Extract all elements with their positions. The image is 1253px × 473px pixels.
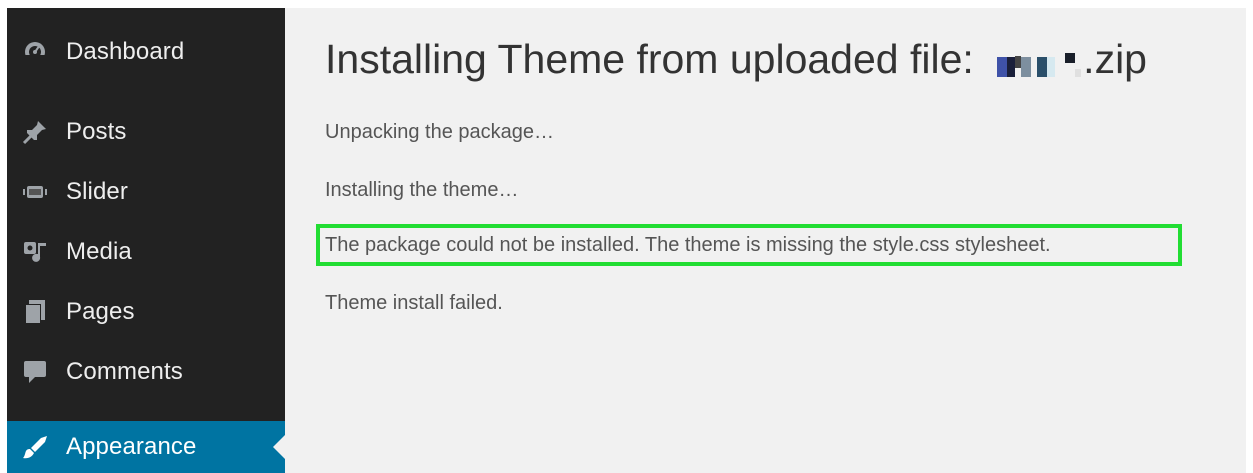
slider-icon <box>19 176 51 208</box>
status-message-failed: Theme install failed. <box>325 292 503 314</box>
pin-icon <box>19 116 51 148</box>
sidebar-item-appearance[interactable]: Appearance <box>7 421 285 473</box>
page-title: Installing Theme from uploaded file: .zi… <box>325 36 1147 83</box>
sidebar-item-label: Comments <box>66 358 183 385</box>
error-message: The package could not be installed. The … <box>325 234 1051 256</box>
sidebar-item-label: Posts <box>66 118 127 145</box>
sidebar-item-label: Media <box>66 238 132 265</box>
status-message-installing: Installing the theme… <box>325 179 519 201</box>
dashboard-icon <box>19 36 51 68</box>
media-icon <box>19 236 51 268</box>
sidebar-item-comments[interactable]: Comments <box>7 346 285 398</box>
main-content: Installing Theme from uploaded file: .zi… <box>285 8 1246 473</box>
redacted-filename <box>997 47 1082 77</box>
pages-icon <box>19 296 51 328</box>
brush-icon <box>19 431 51 463</box>
status-message-unpacking: Unpacking the package… <box>325 121 555 143</box>
sidebar-item-dashboard[interactable]: Dashboard <box>7 26 285 78</box>
comment-icon <box>19 356 51 388</box>
sidebar-item-posts[interactable]: Posts <box>7 106 285 158</box>
page-title-extension: .zip <box>1083 36 1147 82</box>
admin-sidebar: Dashboard Posts Slider Media Pages Comme… <box>7 8 285 473</box>
sidebar-item-media[interactable]: Media <box>7 226 285 278</box>
sidebar-item-slider[interactable]: Slider <box>7 166 285 218</box>
screenshot-frame: Dashboard Posts Slider Media Pages Comme… <box>0 0 1253 473</box>
sidebar-item-label: Appearance <box>66 433 197 460</box>
sidebar-item-label: Slider <box>66 178 128 205</box>
sidebar-item-label: Dashboard <box>66 38 185 65</box>
page-title-prefix: Installing Theme from uploaded file: <box>325 36 986 82</box>
sidebar-item-pages[interactable]: Pages <box>7 286 285 338</box>
sidebar-item-label: Pages <box>66 298 135 325</box>
